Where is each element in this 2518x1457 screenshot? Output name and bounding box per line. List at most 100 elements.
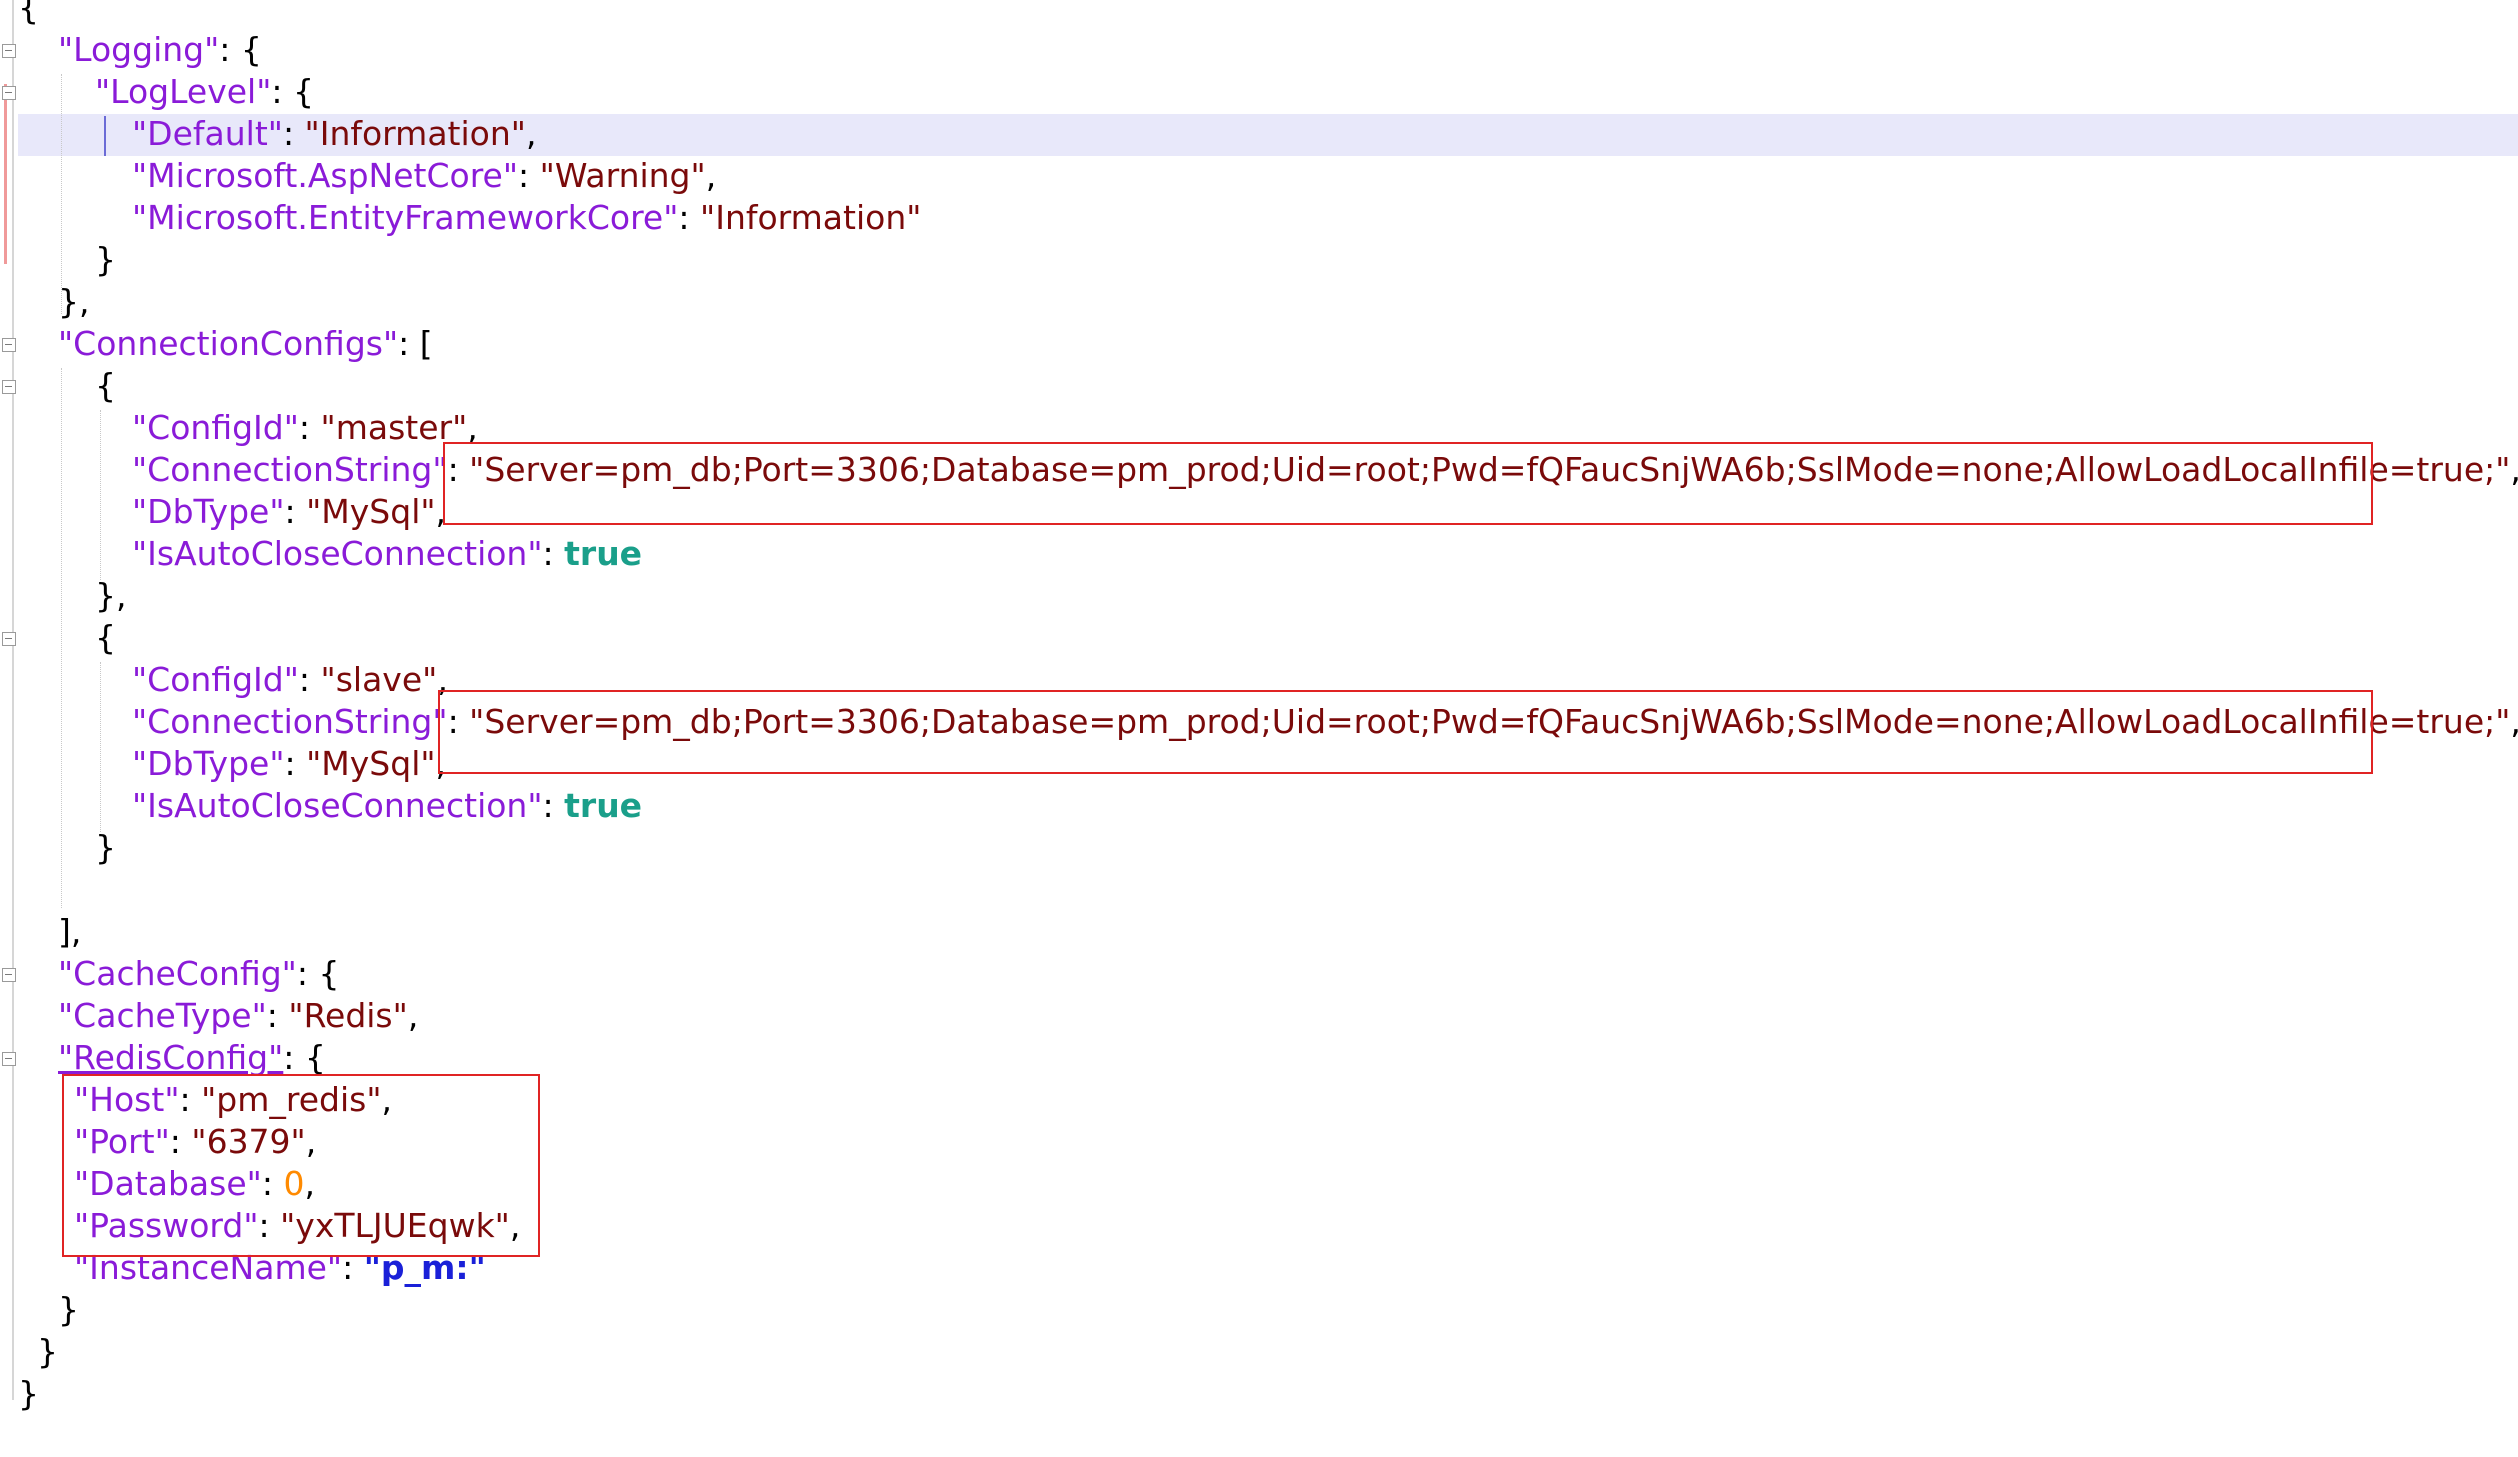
code-token: {	[95, 366, 116, 405]
gutter-rule	[12, 0, 14, 1400]
code-token: "DbType"	[132, 744, 285, 783]
code-token: "ConnectionConfigs"	[58, 324, 399, 363]
code-token: ,	[2510, 450, 2518, 489]
code-token: "DbType"	[132, 492, 285, 531]
code-line[interactable]: ],	[58, 911, 81, 953]
code-token: : {	[271, 72, 315, 111]
code-token: "Microsoft.AspNetCore"	[132, 156, 519, 195]
code-token: {	[18, 0, 39, 27]
change-indicator	[4, 84, 7, 264]
code-token: :	[266, 996, 289, 1035]
code-token: },	[95, 576, 127, 615]
fold-slave-config-icon[interactable]	[2, 632, 16, 646]
code-line[interactable]: "DbType": "MySql",	[132, 743, 446, 785]
code-token: "Logging"	[58, 30, 220, 69]
fold-cacheconfig-icon[interactable]	[2, 968, 16, 982]
code-token: "IsAutoCloseConnection"	[132, 786, 543, 825]
code-token: "Information"	[700, 198, 922, 237]
code-token: "RedisConfig"	[58, 1038, 284, 1077]
code-line[interactable]: "Logging": {	[58, 29, 262, 71]
fold-logging-icon[interactable]	[2, 44, 16, 58]
fold-loglevel-icon[interactable]	[2, 86, 16, 100]
code-token: "ConfigId"	[132, 408, 299, 447]
code-token: : {	[219, 30, 262, 69]
code-token: "Microsoft.EntityFrameworkCore"	[132, 198, 679, 237]
code-token: "CacheConfig"	[58, 954, 297, 993]
fold-connectionconfigs-icon[interactable]	[2, 338, 16, 352]
code-line[interactable]: }	[58, 1289, 79, 1331]
fold-master-config-icon[interactable]	[2, 380, 16, 394]
code-token: : {	[296, 954, 340, 993]
code-line[interactable]: {	[95, 365, 116, 407]
code-token: :	[542, 534, 565, 573]
code-token: "IsAutoCloseConnection"	[132, 534, 543, 573]
code-token: "ConnectionString"	[132, 702, 448, 741]
code-line[interactable]: "ConfigId": "master",	[132, 407, 478, 449]
code-token: :	[284, 744, 307, 783]
code-token: : [	[398, 324, 433, 363]
code-line[interactable]: }	[18, 1373, 39, 1415]
editor-gutter	[0, 0, 18, 1457]
code-line[interactable]: "Microsoft.EntityFrameworkCore": "Inform…	[132, 197, 921, 239]
code-line[interactable]: {	[18, 0, 39, 29]
code-token: "MySql"	[306, 492, 436, 531]
highlight-master-connection-string	[443, 442, 2373, 525]
indent-guide	[100, 662, 101, 832]
code-token: "MySql"	[306, 744, 436, 783]
fold-redisconfig-icon[interactable]	[2, 1052, 16, 1066]
code-token: ,	[705, 156, 717, 195]
code-line[interactable]: }	[95, 239, 116, 281]
highlight-slave-connection-string	[438, 690, 2373, 774]
code-line[interactable]: "DbType": "MySql",	[132, 491, 446, 533]
code-line[interactable]: "Microsoft.AspNetCore": "Warning",	[132, 155, 716, 197]
code-token: },	[58, 282, 90, 321]
indent-guide	[100, 410, 101, 580]
code-token: "Default"	[132, 114, 283, 153]
code-token: "Warning"	[539, 156, 706, 195]
code-line[interactable]: "LogLevel": {	[95, 71, 314, 113]
code-token: "slave"	[320, 660, 438, 699]
code-line[interactable]: "ConnectionConfigs": [	[58, 323, 433, 365]
code-token: "Information"	[304, 114, 526, 153]
code-token: }	[37, 1332, 58, 1371]
code-line[interactable]: "ConfigId": "slave",	[132, 659, 448, 701]
code-line[interactable]: "IsAutoCloseConnection": true	[132, 533, 642, 575]
code-token: }	[58, 1290, 79, 1329]
code-line[interactable]: "IsAutoCloseConnection": true	[132, 785, 642, 827]
code-token: :	[678, 198, 701, 237]
code-line[interactable]: }	[95, 827, 116, 869]
code-token: ,	[2510, 702, 2518, 741]
indent-guide	[61, 74, 62, 314]
code-line[interactable]: "CacheType": "Redis",	[58, 995, 418, 1037]
code-token: true	[564, 786, 643, 825]
code-token: : {	[283, 1038, 326, 1077]
code-token: :	[282, 114, 305, 153]
code-token: "ConnectionString"	[132, 450, 448, 489]
code-token: :	[542, 786, 565, 825]
code-line[interactable]: "RedisConfig": {	[58, 1037, 326, 1079]
code-editor[interactable]: {"Logging": {"LogLevel": {"Default": "In…	[0, 0, 2518, 1457]
code-token: ,	[407, 996, 419, 1035]
code-line[interactable]: "Default": "Information",	[132, 113, 536, 155]
code-token: }	[18, 1374, 39, 1413]
code-token: "CacheType"	[58, 996, 267, 1035]
code-line[interactable]: }	[37, 1331, 58, 1373]
code-token: true	[564, 534, 643, 573]
code-token: "ConfigId"	[132, 660, 299, 699]
code-line[interactable]: },	[95, 575, 127, 617]
code-line[interactable]: },	[58, 281, 90, 323]
code-line[interactable]: "CacheConfig": {	[58, 953, 339, 995]
code-token: ,	[525, 114, 537, 153]
code-token: :	[518, 156, 540, 195]
code-token: }	[95, 828, 116, 867]
code-token: :	[284, 492, 307, 531]
code-token: :	[298, 408, 321, 447]
code-token: :	[298, 660, 321, 699]
code-token: "Redis"	[288, 996, 408, 1035]
code-token: }	[95, 240, 116, 279]
highlight-redis-credentials	[62, 1074, 540, 1257]
code-line[interactable]: {	[95, 617, 116, 659]
code-token: ],	[58, 912, 82, 951]
code-token: {	[95, 618, 116, 657]
text-caret-guide	[104, 116, 106, 156]
